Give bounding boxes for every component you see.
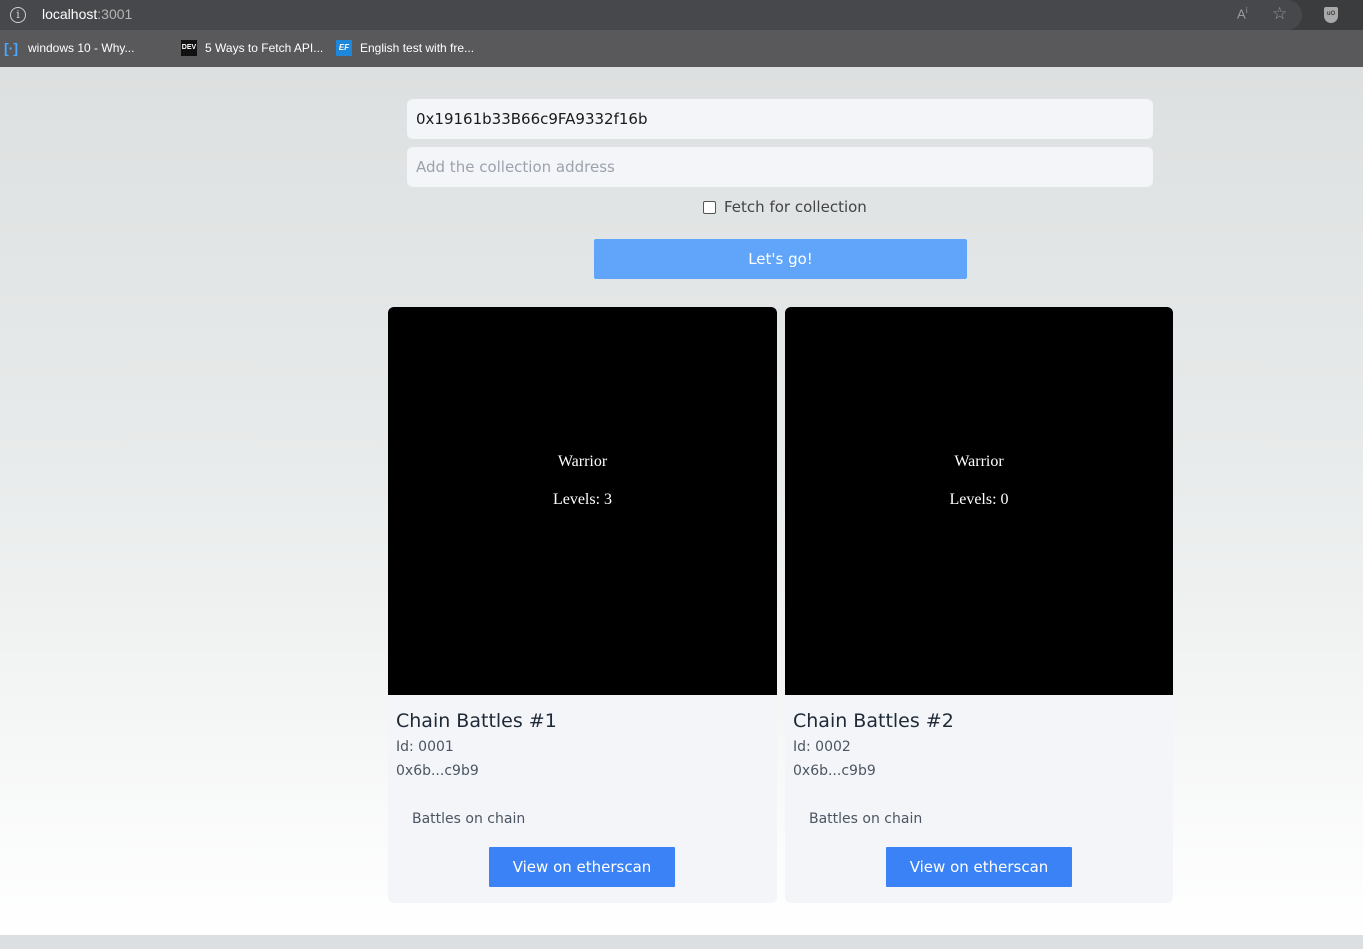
ef-icon: EF: [336, 40, 352, 56]
bookmarks-bar: [·] windows 10 - Why... DEV 5 Ways to Fe…: [0, 30, 1363, 121]
nft-image-name: Warrior: [954, 453, 1004, 470]
nft-image: Warrior Levels: 0: [785, 307, 1173, 695]
browser-address-bar: i localhost:3001 Aⅰ ☆ uO: [0, 0, 1363, 30]
nft-title: Chain Battles #1: [396, 710, 557, 732]
nft-contract-address: 0x6b...c9b9: [396, 763, 479, 779]
nft-image-level: Levels: 0: [949, 491, 1009, 508]
shield-extension-icon[interactable]: uO: [1324, 7, 1338, 23]
fetch-collection-row: Fetch for collection: [703, 198, 867, 216]
nft-id: Id: 0002: [793, 739, 851, 755]
bookmark-english-test[interactable]: EF English test with fre...: [336, 39, 474, 57]
info-icon[interactable]: i: [10, 7, 26, 23]
nft-description: Battles on chain: [809, 811, 923, 827]
bookmark-windows-10[interactable]: [·] windows 10 - Why...: [4, 39, 134, 57]
nft-card: Warrior Levels: 0 Chain Battles #2 Id: 0…: [785, 307, 1173, 903]
view-on-etherscan-button[interactable]: View on etherscan: [489, 847, 675, 887]
bookmark-label: windows 10 - Why...: [28, 41, 135, 55]
bracket-icon: [·]: [4, 40, 18, 56]
url-text: localhost:3001: [42, 6, 132, 22]
nft-title: Chain Battles #2: [793, 710, 954, 732]
bottom-strip: [0, 935, 1363, 949]
fetch-collection-label[interactable]: Fetch for collection: [724, 198, 867, 216]
wallet-address-input[interactable]: [407, 99, 1153, 139]
bookmark-label: 5 Ways to Fetch API...: [205, 41, 324, 55]
bookmark-label: English test with fre...: [360, 41, 475, 55]
page-content: Fetch for collection Let's go! Warrior L…: [0, 67, 1363, 935]
nft-contract-address: 0x6b...c9b9: [793, 763, 876, 779]
nft-description: Battles on chain: [412, 811, 526, 827]
view-on-etherscan-button[interactable]: View on etherscan: [886, 847, 1072, 887]
bookmark-5-ways-fetch[interactable]: DEV 5 Ways to Fetch API...: [181, 39, 323, 57]
url-host: localhost: [42, 6, 98, 22]
dev-icon: DEV: [181, 40, 197, 56]
url-field[interactable]: i localhost:3001 Aⅰ ☆: [0, 0, 1302, 30]
nft-image: Warrior Levels: 3: [388, 307, 777, 695]
nft-image-level: Levels: 3: [552, 491, 613, 508]
url-port: :3001: [97, 6, 133, 22]
read-aloud-icon[interactable]: Aⅰ: [1237, 6, 1255, 24]
nft-id: Id: 0001: [396, 739, 454, 755]
nft-image-name: Warrior: [557, 453, 608, 470]
nft-card: Warrior Levels: 3 Chain Battles #1 Id: 0…: [388, 307, 777, 903]
fetch-collection-checkbox[interactable]: [703, 200, 716, 214]
lets-go-button[interactable]: Let's go!: [594, 239, 967, 279]
collection-address-input[interactable]: [407, 147, 1153, 187]
favorite-star-icon[interactable]: ☆: [1272, 4, 1292, 24]
